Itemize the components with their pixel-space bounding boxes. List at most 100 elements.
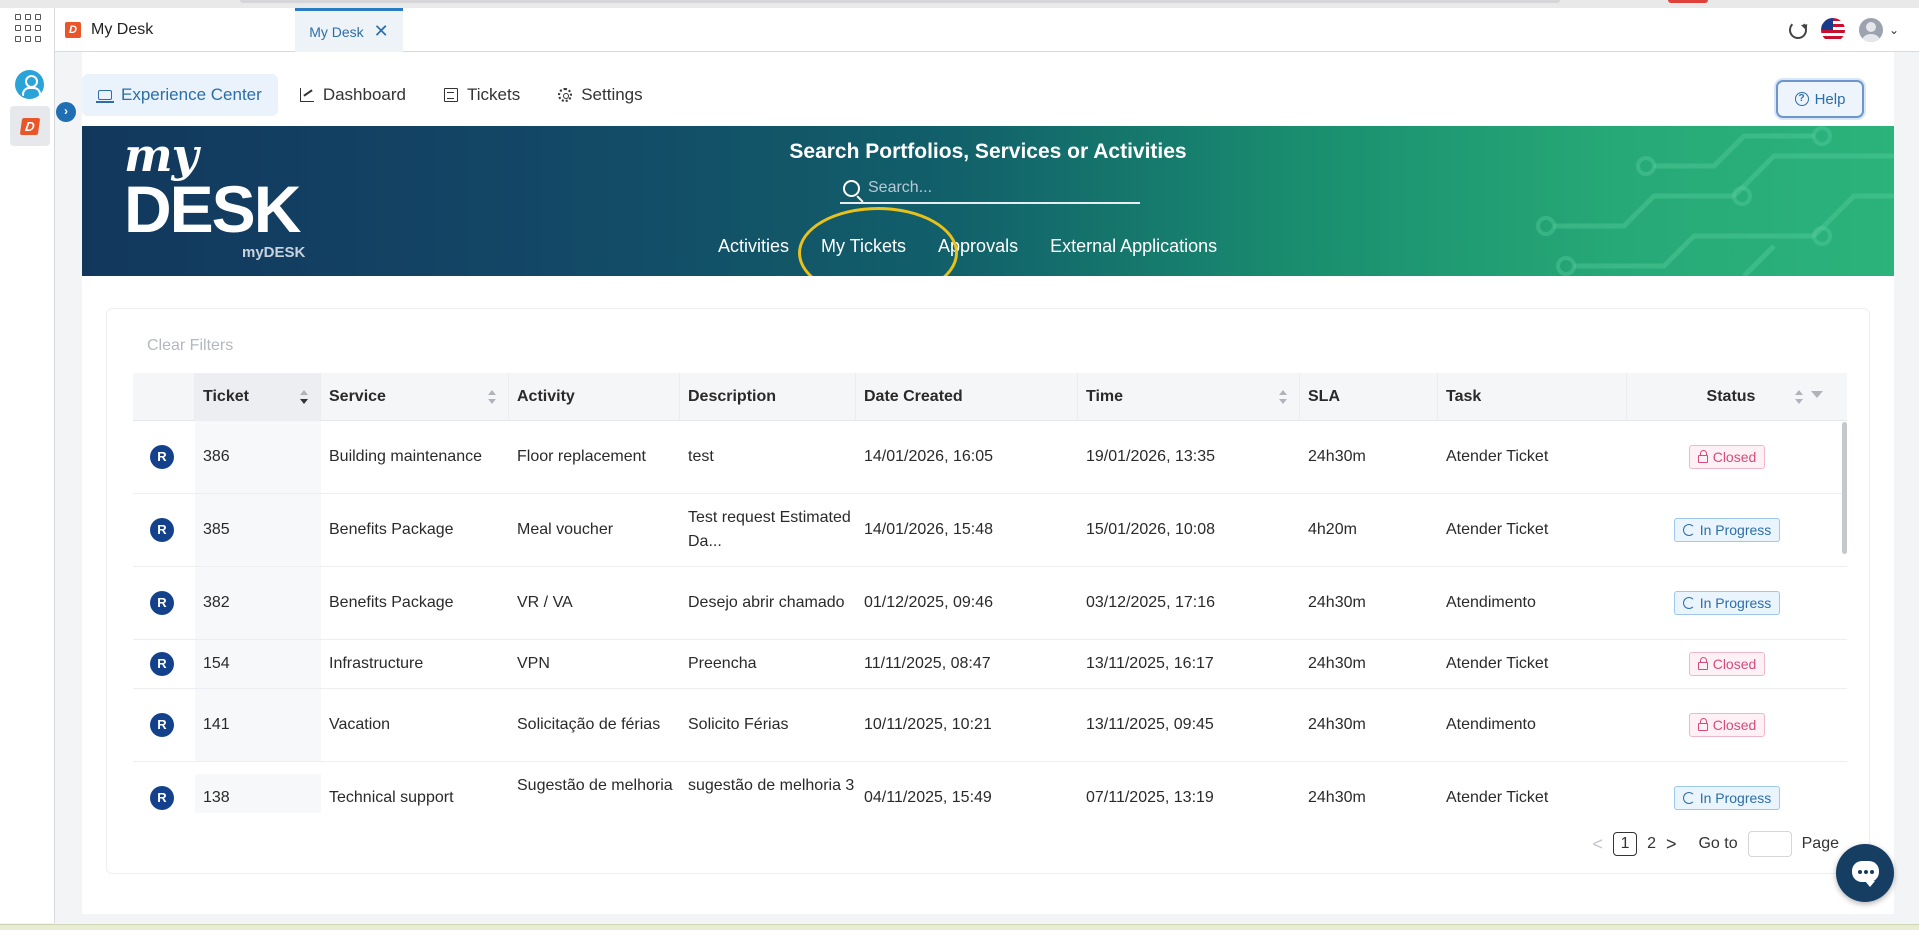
chat-button[interactable] <box>1836 844 1894 902</box>
spinner-icon <box>1682 792 1695 804</box>
nav-experience-center[interactable]: Experience Center <box>82 74 278 116</box>
bottom-edge <box>0 924 1919 930</box>
user-profile-icon[interactable] <box>15 70 44 99</box>
ticket-cell: 154 <box>195 640 321 688</box>
status-badge: Closed <box>1688 652 1766 676</box>
sort-icon[interactable] <box>488 389 496 404</box>
time-cell: 13/11/2025, 16:17 <box>1086 655 1214 672</box>
status-badge: In Progress <box>1673 591 1781 615</box>
page-2-button[interactable]: 2 <box>1647 835 1656 853</box>
status-cell: Closed <box>1627 652 1827 676</box>
banner-link-external-applications[interactable]: External Applications <box>1034 236 1233 257</box>
type-cell: R <box>133 774 195 810</box>
activity-cell: Meal voucher <box>517 521 614 538</box>
list-icon <box>443 88 458 102</box>
lock-icon <box>1697 656 1708 670</box>
header-status[interactable]: Status <box>1627 373 1827 421</box>
header-type <box>133 372 195 421</box>
banner-link-activities[interactable]: Activities <box>702 236 805 257</box>
goto-label: Go to <box>1698 835 1738 852</box>
header-label: Description <box>688 387 777 405</box>
date-created-cell: 01/12/2025, 09:46 <box>864 594 994 611</box>
description-cell: Preencha <box>688 655 757 672</box>
header-label: Time <box>1086 387 1124 405</box>
banner-nav: Activities My Tickets Approvals External… <box>702 236 1233 257</box>
type-cell: R <box>133 591 195 615</box>
description-cell: sugestão de melhoria 3 <box>688 777 855 794</box>
sla-cell: 24h30m <box>1308 448 1366 465</box>
refresh-icon[interactable] <box>1788 21 1807 39</box>
table-body: R 386 Building maintenance Floor replace… <box>133 421 1847 813</box>
status-label: Closed <box>1712 717 1757 733</box>
mydesk-logo-icon: D <box>19 118 41 135</box>
main-content: Experience Center Dashboard Tickets Sett… <box>82 52 1894 914</box>
nav-label: Experience Center <box>121 85 262 104</box>
table-row[interactable]: R 382 Benefits Package VR / VA Desejo ab… <box>133 567 1847 640</box>
sort-icon[interactable] <box>300 389 308 404</box>
filter-icon[interactable] <box>1811 390 1823 401</box>
date-created-cell: 10/11/2025, 10:21 <box>864 716 992 733</box>
spinner-icon <box>1682 524 1695 536</box>
time-cell: 03/12/2025, 17:16 <box>1086 594 1216 611</box>
header-service[interactable]: Service <box>321 372 509 421</box>
help-button[interactable]: ? Help <box>1776 80 1864 118</box>
sla-cell: 4h20m <box>1308 521 1357 538</box>
table-scrollbar[interactable] <box>1842 422 1847 554</box>
ticket-cell: 385 <box>195 494 321 566</box>
search-box <box>840 174 1140 204</box>
avatar[interactable] <box>1858 18 1883 42</box>
time-cell: 13/11/2025, 09:45 <box>1086 716 1214 733</box>
status-label: In Progress <box>1699 522 1772 538</box>
table-row[interactable]: R 385 Benefits Package Meal voucher Test… <box>133 494 1847 567</box>
sort-icon[interactable] <box>1279 389 1287 404</box>
header-time[interactable]: Time <box>1078 372 1300 421</box>
search-icon[interactable] <box>843 179 860 197</box>
goto-page-input[interactable] <box>1747 831 1792 857</box>
date-created-cell: 14/01/2026, 16:05 <box>864 448 994 465</box>
app-launcher-icon[interactable] <box>15 14 44 43</box>
browser-address-strip <box>240 0 1560 3</box>
sla-cell: 24h30m <box>1308 594 1366 611</box>
status-cell: Closed <box>1627 445 1827 469</box>
chat-dots <box>1858 870 1874 874</box>
task-cell: Atender Ticket <box>1446 655 1549 672</box>
nav-tickets[interactable]: Tickets <box>428 74 536 116</box>
sla-cell: 24h30m <box>1308 655 1366 672</box>
app-title: D My Desk <box>65 8 153 52</box>
ticket-cell: 141 <box>195 689 321 761</box>
type-cell: R <box>133 713 195 737</box>
request-badge: R <box>150 713 174 737</box>
us-flag-icon[interactable] <box>1820 18 1845 42</box>
mydesk-app-button[interactable]: D <box>10 106 50 146</box>
nav-dashboard[interactable]: Dashboard <box>284 74 422 116</box>
table-row[interactable]: R 141 Vacation Solicitação de férias Sol… <box>133 689 1847 762</box>
spinner-icon <box>1682 597 1695 609</box>
status-label: Closed <box>1712 656 1757 672</box>
prev-page-button[interactable]: < <box>1593 834 1604 855</box>
header-ticket[interactable]: Ticket <box>195 372 321 421</box>
table-row[interactable]: R 154 Infrastructure VPN Preencha 11/11/… <box>133 640 1847 689</box>
header-description: Description <box>680 372 856 421</box>
task-cell: Atendimento <box>1446 716 1536 733</box>
service-cell: Benefits Package <box>329 521 454 538</box>
clear-filters-button[interactable]: Clear Filters <box>147 337 233 355</box>
header-label: Date Created <box>864 387 963 405</box>
next-page-button[interactable]: > <box>1666 834 1677 855</box>
page-1-button[interactable]: 1 <box>1613 832 1638 856</box>
search-input[interactable] <box>868 179 1118 197</box>
close-icon[interactable]: ✕ <box>374 21 389 42</box>
sidebar-toggle-button[interactable]: › <box>56 102 76 122</box>
sla-cell: 24h30m <box>1308 716 1366 733</box>
gear-icon <box>558 88 573 102</box>
brand-sub: myDESK <box>242 244 306 261</box>
chevron-down-icon[interactable]: ⌄ <box>1889 23 1899 37</box>
sort-icon[interactable] <box>1795 389 1803 404</box>
table-row[interactable]: R 138 Technical support Sugestão de melh… <box>133 762 1847 813</box>
nav-settings[interactable]: Settings <box>542 74 658 116</box>
tab-my-desk[interactable]: My Desk ✕ <box>295 8 403 52</box>
header-label: Status <box>1706 387 1756 405</box>
status-label: In Progress <box>1699 595 1772 611</box>
highlight-circle <box>798 207 958 276</box>
question-icon: ? <box>1794 92 1809 106</box>
table-row[interactable]: R 386 Building maintenance Floor replace… <box>133 421 1847 494</box>
